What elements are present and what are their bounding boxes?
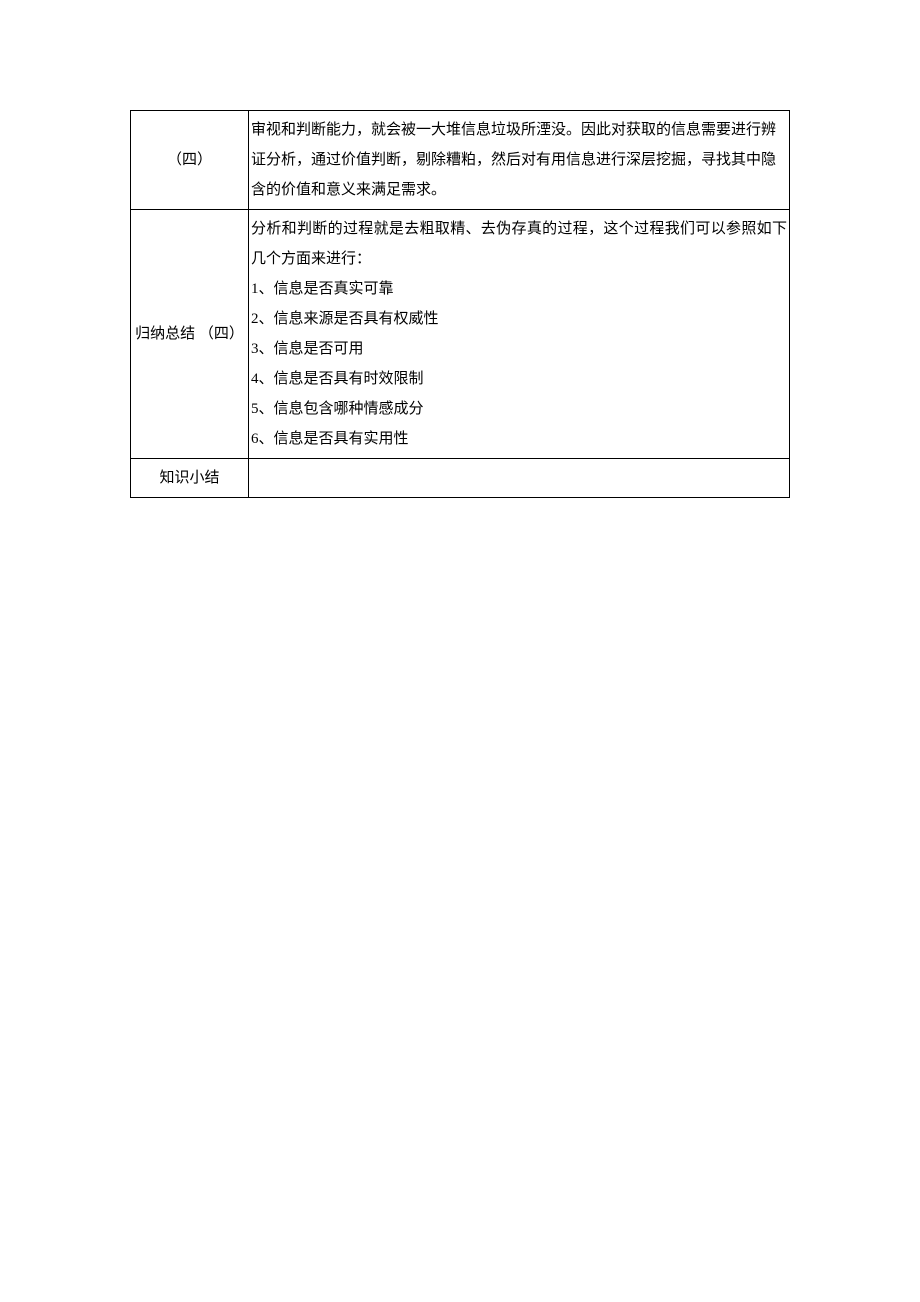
content-line: 1、信息是否真实可靠 [251, 274, 787, 304]
content-line: 4、信息是否具有时效限制 [251, 364, 787, 394]
table-row: 归纳总结 （四） 分析和判断的过程就是去粗取精、去伪存真的过程，这个过程我们可以… [131, 210, 790, 459]
row-label: 归纳总结 （四） [131, 210, 249, 459]
row-label: （四） [131, 111, 249, 210]
content-line: 3、信息是否可用 [251, 334, 787, 364]
content-line: 6、信息是否具有实用性 [251, 424, 787, 454]
label-text: 归纳总结 [135, 326, 195, 342]
content-line: 分析和判断的过程就是去粗取精、去伪存真的过程，这个过程我们可以参照如下几个方面来… [251, 214, 787, 274]
row-content [249, 459, 790, 498]
row-label: 知识小结 [131, 459, 249, 498]
table-row: 知识小结 [131, 459, 790, 498]
content-paragraph: 审视和判断能力，就会被一大堆信息垃圾所湮没。因此对获取的信息需要进行辨证分析，通… [251, 122, 776, 198]
label-text: （四） [167, 152, 212, 168]
table-row: （四） 审视和判断能力，就会被一大堆信息垃圾所湮没。因此对获取的信息需要进行辨证… [131, 111, 790, 210]
label-text: （四） [199, 326, 244, 342]
label-text: 知识小结 [159, 470, 219, 486]
lesson-table: （四） 审视和判断能力，就会被一大堆信息垃圾所湮没。因此对获取的信息需要进行辨证… [130, 110, 790, 498]
row-content: 分析和判断的过程就是去粗取精、去伪存真的过程，这个过程我们可以参照如下几个方面来… [249, 210, 790, 459]
row-content: 审视和判断能力，就会被一大堆信息垃圾所湮没。因此对获取的信息需要进行辨证分析，通… [249, 111, 790, 210]
content-line: 5、信息包含哪种情感成分 [251, 394, 787, 424]
document-page: （四） 审视和判断能力，就会被一大堆信息垃圾所湮没。因此对获取的信息需要进行辨证… [0, 0, 920, 498]
content-line: 2、信息来源是否具有权威性 [251, 304, 787, 334]
